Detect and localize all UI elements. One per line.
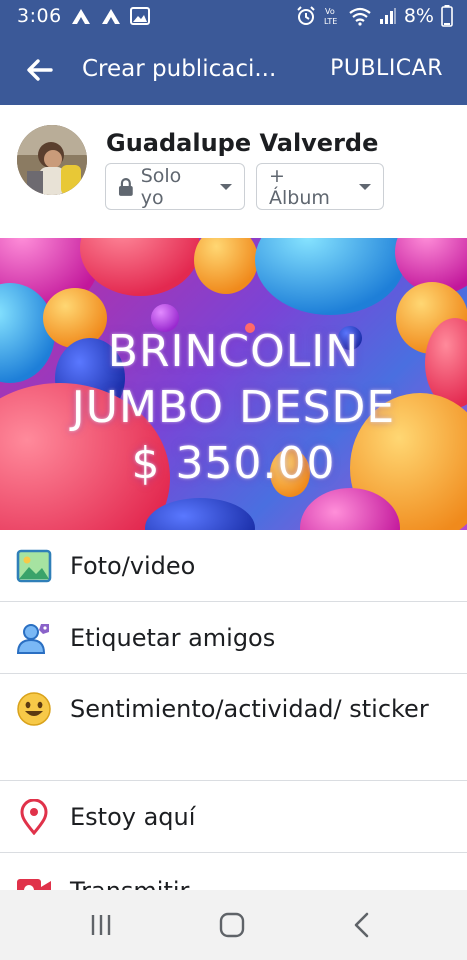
privacy-label: Solo yo xyxy=(140,164,182,209)
app-bar: Crear publicaci... PUBLICAR xyxy=(0,34,467,105)
page-title: Crear publicaci... xyxy=(82,56,277,82)
recents-button[interactable] xyxy=(81,908,121,942)
lock-icon xyxy=(118,177,133,196)
tag-friends-icon xyxy=(16,624,49,654)
status-left: 3:06 xyxy=(17,5,150,27)
publish-button[interactable]: PUBLICAR xyxy=(330,56,443,81)
privacy-selector[interactable]: Solo yo xyxy=(105,163,245,210)
svg-text:Vo: Vo xyxy=(325,7,335,16)
album-selector[interactable]: + Álbum xyxy=(256,163,384,210)
signal-icon xyxy=(379,8,396,24)
back-icon xyxy=(354,912,369,938)
banner-text: BRINCOLIN JUMBO DESDE $ 350.00 xyxy=(0,324,467,492)
recents-icon xyxy=(91,915,111,935)
photo-icon xyxy=(16,549,52,583)
status-bar: 3:06 Vo LTE 8% xyxy=(0,0,467,34)
smiley-icon xyxy=(17,692,51,726)
banner-line-1: BRINCOLIN xyxy=(107,326,360,377)
chevron-down-icon xyxy=(220,183,232,190)
option-label: Estoy aquí xyxy=(70,803,196,831)
album-label: + Álbum xyxy=(269,164,330,209)
home-button[interactable] xyxy=(212,908,252,942)
app-notification-icon xyxy=(101,9,120,24)
battery-percentage: 8% xyxy=(403,5,434,27)
option-photo-video[interactable]: Foto/video xyxy=(0,530,467,602)
app-notification-icon xyxy=(71,9,90,24)
option-tag-friends[interactable]: Etiquetar amigos xyxy=(0,602,467,674)
avatar[interactable] xyxy=(17,125,87,195)
user-name: Guadalupe Valverde xyxy=(106,129,379,157)
option-label: Sentimiento/actividad/ sticker xyxy=(70,695,429,723)
location-pin-icon xyxy=(20,799,48,835)
volte-icon: VoLTE xyxy=(324,7,337,26)
back-button[interactable] xyxy=(22,52,58,88)
banner-line-2: JUMBO DESDE xyxy=(71,382,396,433)
alarm-icon xyxy=(297,6,315,25)
option-label: Etiquetar amigos xyxy=(70,624,276,652)
back-nav-button[interactable] xyxy=(342,908,382,942)
status-time: 3:06 xyxy=(17,5,62,27)
svg-text:LTE: LTE xyxy=(324,17,337,26)
banner-line-3: $ 350.00 xyxy=(131,438,336,489)
chevron-down-icon xyxy=(359,183,371,190)
arrow-left-icon xyxy=(27,59,53,81)
post-image[interactable]: BRINCOLIN JUMBO DESDE $ 350.00 xyxy=(0,238,467,530)
option-label: Foto/video xyxy=(70,552,196,580)
wifi-icon xyxy=(349,7,371,26)
option-feeling-activity[interactable]: Sentimiento/actividad/ sticker xyxy=(0,674,467,781)
home-icon xyxy=(219,912,245,938)
status-right: Vo LTE 8% xyxy=(296,5,453,27)
composer-header: Guadalupe Valverde Solo yo + Álbum xyxy=(0,105,467,238)
battery-icon xyxy=(441,5,453,27)
option-check-in[interactable]: Estoy aquí xyxy=(0,781,467,853)
avatar-photo xyxy=(17,125,87,195)
gallery-icon xyxy=(129,7,150,25)
system-nav-bar xyxy=(0,890,467,960)
